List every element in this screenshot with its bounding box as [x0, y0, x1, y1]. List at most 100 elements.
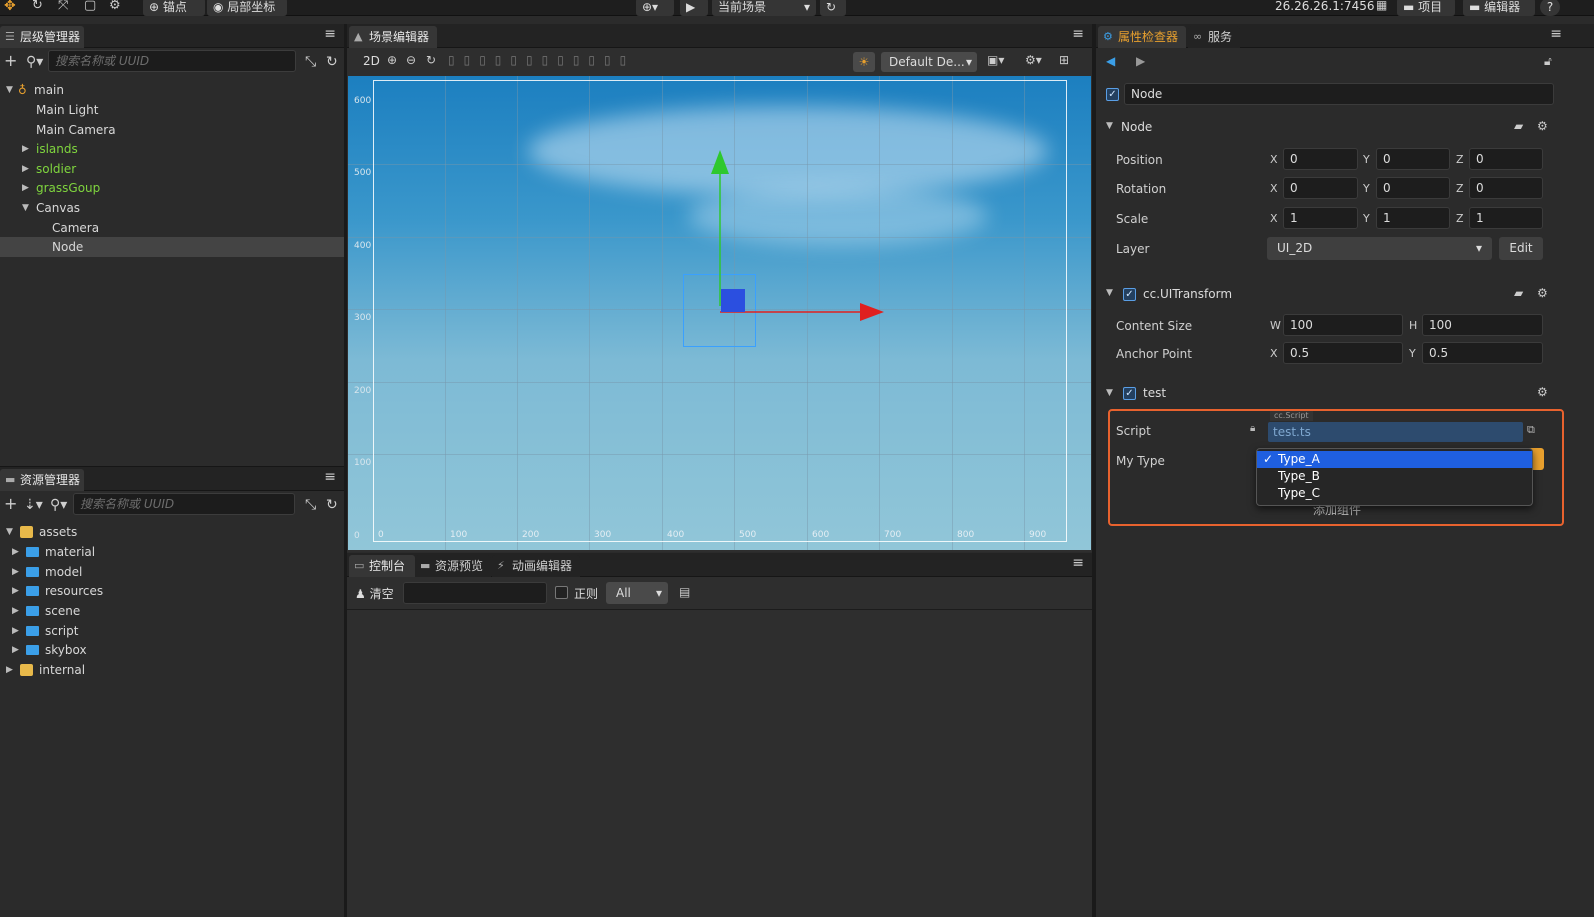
tree-item-islands[interactable]: ▶ islands — [0, 139, 344, 159]
add-node-icon[interactable]: + — [4, 53, 17, 69]
asset-item-assets[interactable]: ▼ assets — [0, 522, 344, 542]
asset-item-script[interactable]: ▶ script — [0, 621, 344, 641]
rotate-tool-icon[interactable]: ↻ — [32, 0, 43, 13]
preview-platform-button[interactable]: ⊕▾ — [636, 0, 674, 16]
local-coord-button[interactable]: ◉ 局部坐标 — [207, 0, 287, 16]
mode-2d-button[interactable]: 2D — [363, 54, 380, 68]
align-tools-icon[interactable]: ▯▯▯▯▯▯▯▯▯▯▯▯ — [448, 53, 635, 67]
scale-tool-icon[interactable]: ⤧ — [58, 0, 68, 13]
asset-item-internal[interactable]: ▶ internal — [0, 660, 344, 680]
refresh-icon[interactable]: ↻ — [326, 497, 338, 513]
lock-icon[interactable]: 🔓︎ — [1544, 54, 1552, 69]
content-width-input[interactable]: 100 — [1283, 314, 1403, 336]
transform-tool-icon[interactable]: ⚙ — [109, 0, 121, 13]
tree-item-canvas[interactable]: ▼ Canvas — [0, 198, 344, 218]
locate-asset-icon[interactable]: ⧉ — [1527, 423, 1535, 437]
play-button[interactable]: ▶ — [680, 0, 708, 16]
tab-inspector[interactable]: ⚙ 属性检查器 — [1098, 26, 1186, 48]
clear-button[interactable]: ♟ 清空 — [355, 585, 394, 602]
divider[interactable] — [1092, 24, 1096, 917]
anchor-button[interactable]: ⊕ 锚点 — [143, 0, 205, 16]
scale-x-input[interactable]: 1 — [1283, 207, 1358, 229]
collapse-arrow-icon[interactable]: ▼ — [1106, 388, 1113, 398]
script-field[interactable]: test.ts — [1268, 422, 1523, 442]
copy-icon[interactable]: ▰ — [1514, 286, 1523, 300]
asset-item-resources[interactable]: ▶ resources — [0, 581, 344, 601]
position-x-input[interactable]: 0 — [1283, 148, 1358, 170]
move-tool-icon[interactable]: ✥ — [4, 0, 22, 16]
collapse-arrow-icon[interactable]: ▼ — [1106, 121, 1113, 131]
tab-hierarchy[interactable]: ☰ 层级管理器 — [0, 26, 84, 48]
gear-icon[interactable]: ⚙ — [1537, 119, 1548, 133]
anchor-y-input[interactable]: 0.5 — [1422, 342, 1543, 364]
tree-item-main-light[interactable]: Main Light — [0, 100, 344, 120]
zoom-out-icon[interactable]: ⊖ — [406, 53, 416, 67]
panel-menu-icon[interactable]: ≡ — [324, 469, 336, 485]
collapse-icon[interactable]: ⤡ — [305, 54, 316, 70]
gear-icon[interactable]: ⚙ — [1537, 286, 1548, 300]
layer-edit-button[interactable]: Edit — [1499, 237, 1543, 260]
asset-item-scene[interactable]: ▶ scene — [0, 601, 344, 621]
scale-y-input[interactable]: 1 — [1376, 207, 1450, 229]
panel-menu-icon[interactable]: ≡ — [1072, 26, 1084, 42]
rect-tool-icon[interactable]: ▢ — [84, 0, 96, 13]
tab-console[interactable]: ▭ 控制台 — [349, 555, 415, 577]
scale-z-input[interactable]: 1 — [1469, 207, 1543, 229]
rotation-y-input[interactable]: 0 — [1376, 177, 1450, 199]
refresh-button[interactable]: ↻ — [820, 0, 846, 16]
panel-menu-icon[interactable]: ≡ — [1550, 26, 1562, 42]
panel-menu-icon[interactable]: ≡ — [1072, 555, 1084, 571]
hierarchy-search-input[interactable]: 搜索名称或 UUID — [48, 50, 296, 72]
zoom-in-icon[interactable]: ⊕ — [387, 53, 397, 67]
position-z-input[interactable]: 0 — [1469, 148, 1543, 170]
rotation-z-input[interactable]: 0 — [1469, 177, 1543, 199]
node-active-checkbox[interactable]: ✓ — [1106, 88, 1119, 101]
camera-select[interactable]: Default De... ▾ — [881, 52, 977, 72]
node-name-input[interactable]: Node — [1124, 83, 1554, 105]
search-icon[interactable]: ⚲▾ — [50, 497, 67, 513]
search-icon[interactable]: ⚲▾ — [26, 54, 43, 70]
tree-item-camera[interactable]: Camera — [0, 218, 344, 238]
collapse-arrow-icon[interactable]: ▼ — [1106, 288, 1113, 298]
assets-search-input[interactable]: 搜索名称或 UUID — [73, 493, 295, 515]
tree-item-main[interactable]: ▼ ♁ main — [0, 80, 344, 100]
tree-item-node[interactable]: Node — [0, 237, 344, 257]
console-filter-input[interactable] — [403, 582, 547, 604]
editor-button[interactable]: ▬ 编辑器 — [1463, 0, 1535, 16]
asset-item-material[interactable]: ▶ material — [0, 542, 344, 562]
tab-assets[interactable]: ▬ 资源管理器 — [0, 469, 84, 491]
regex-checkbox[interactable] — [555, 586, 568, 599]
scene-viewport[interactable]: 600 500 400 300 200 100 0 0 100 200 300 … — [348, 76, 1091, 550]
qr-code-icon[interactable]: ▦ — [1376, 0, 1387, 12]
forward-arrow-icon[interactable]: ▶ — [1136, 54, 1145, 68]
transform-gizmo[interactable] — [678, 146, 888, 326]
dropdown-option-type-b[interactable]: Type_B — [1257, 468, 1532, 485]
tree-item-soldier[interactable]: ▶ soldier — [0, 159, 344, 179]
panel-menu-icon[interactable]: ≡ — [324, 26, 336, 42]
collapse-icon[interactable]: ⤡ — [305, 497, 316, 513]
copy-icon[interactable]: ▰ — [1514, 119, 1523, 133]
anchor-x-input[interactable]: 0.5 — [1283, 342, 1403, 364]
divider[interactable] — [344, 24, 347, 917]
rotation-x-input[interactable]: 0 — [1283, 177, 1358, 199]
sort-icon[interactable]: ⇣▾ — [24, 497, 43, 513]
tab-services[interactable]: ∞ 服务 — [1188, 26, 1240, 48]
position-y-input[interactable]: 0 — [1376, 148, 1450, 170]
tab-scene-editor[interactable]: ▲ 场景编辑器 — [349, 26, 437, 48]
gear-icon[interactable]: ⚙ — [1537, 385, 1548, 399]
uitransform-enabled-checkbox[interactable]: ✓ — [1123, 288, 1136, 301]
content-height-input[interactable]: 100 — [1422, 314, 1543, 336]
tree-item-main-camera[interactable]: Main Camera — [0, 120, 344, 140]
tab-asset-preview[interactable]: ▬ 资源预览 — [415, 555, 491, 577]
help-button[interactable]: ? — [1540, 0, 1560, 16]
add-asset-icon[interactable]: + — [4, 496, 17, 512]
tab-animation-editor[interactable]: ⚡ 动画编辑器 — [492, 555, 580, 577]
asset-item-model[interactable]: ▶ model — [0, 562, 344, 582]
test-enabled-checkbox[interactable]: ✓ — [1123, 387, 1136, 400]
reset-view-icon[interactable]: ↻ — [426, 53, 436, 67]
lighting-toggle[interactable]: ☀ — [853, 52, 875, 72]
settings-icon[interactable]: ⚙▾ — [1025, 53, 1042, 67]
refresh-icon[interactable]: ↻ — [326, 54, 338, 70]
tree-item-grassgoup[interactable]: ▶ grassGoup — [0, 178, 344, 198]
dropdown-option-type-c[interactable]: Type_C — [1257, 485, 1532, 502]
